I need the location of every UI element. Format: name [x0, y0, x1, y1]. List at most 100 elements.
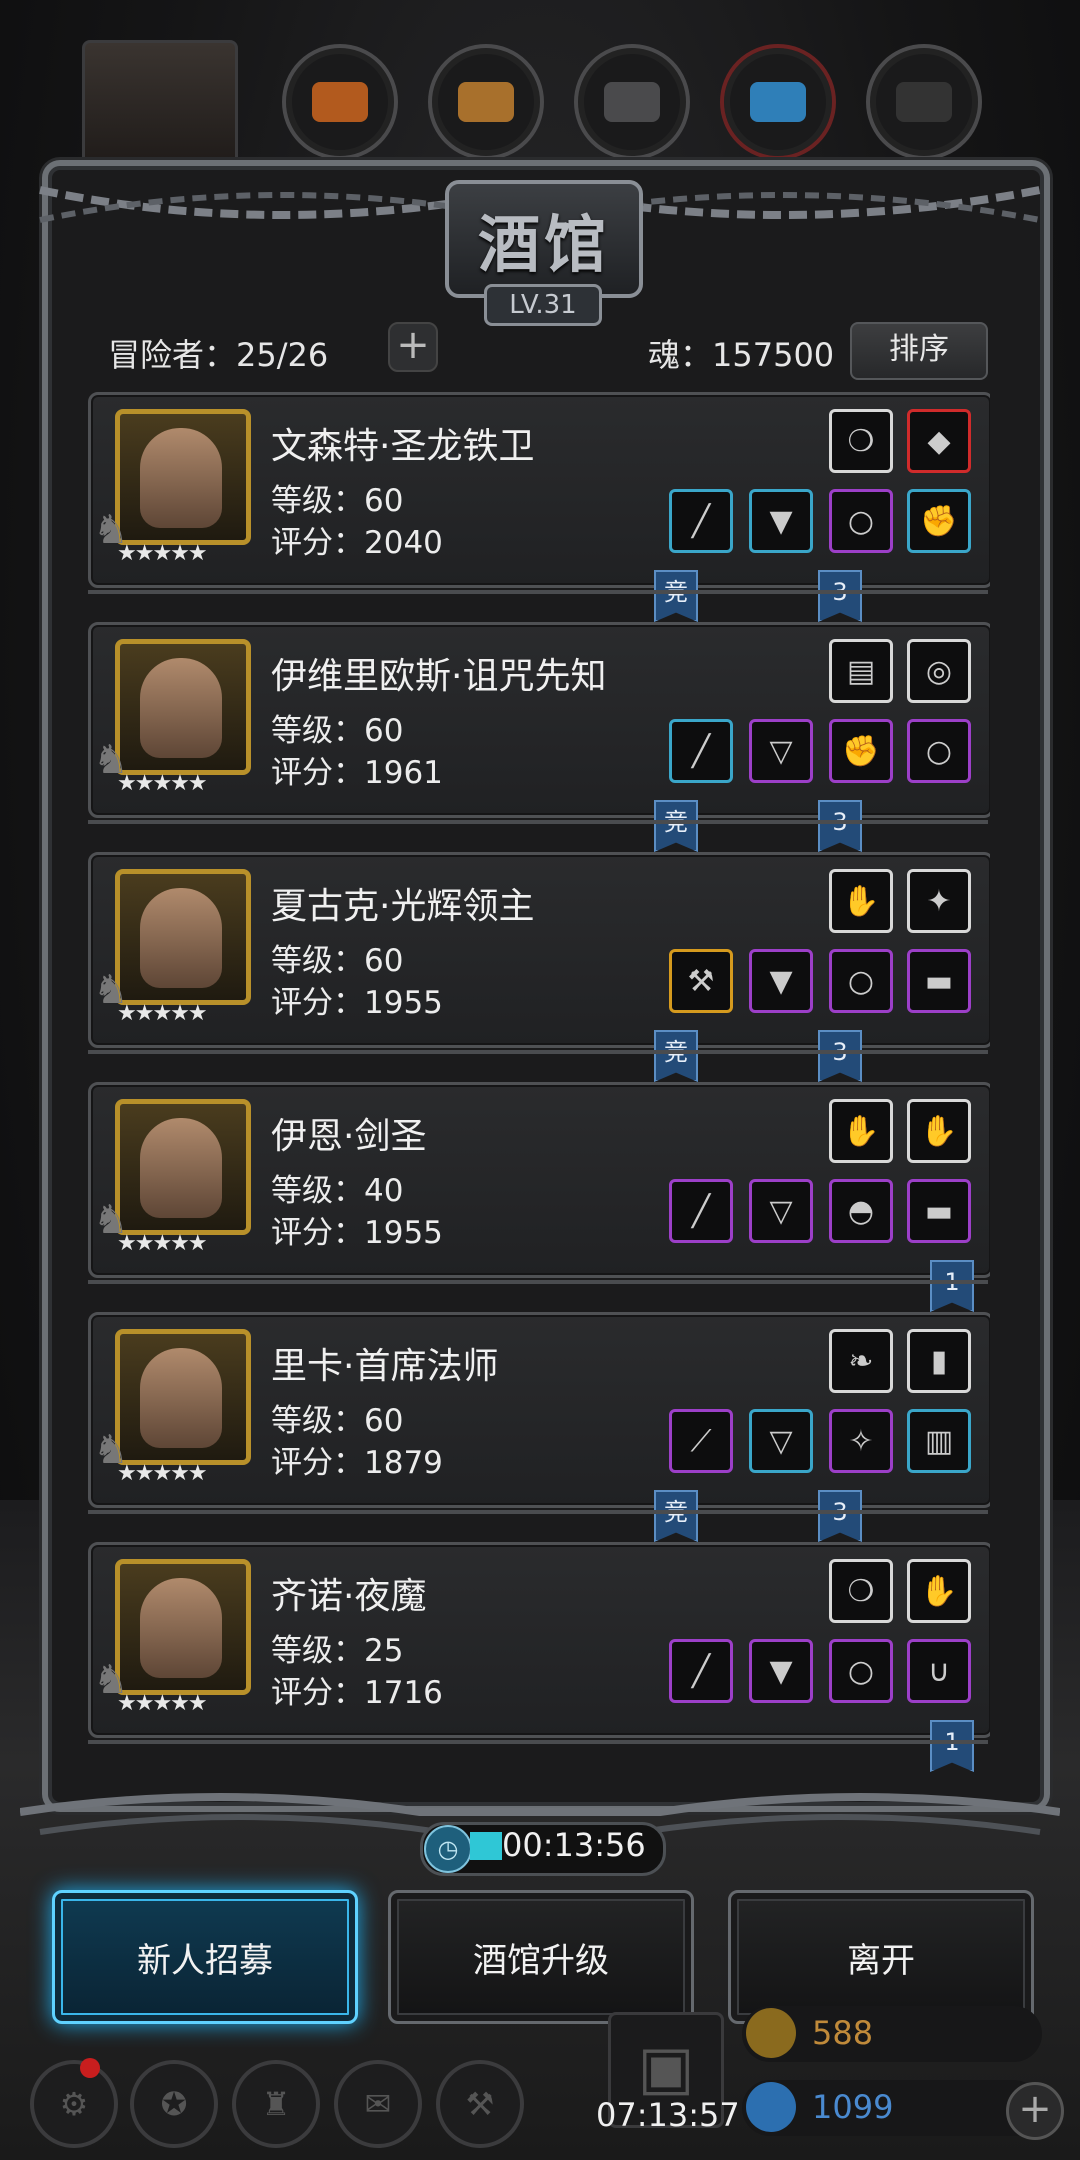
wood-resource-icon[interactable] [428, 44, 544, 160]
hero-card[interactable]: ♞ ★★★★★ 齐诺·夜魔 等级：25 评分：1716 ❍ ✋ ╱ ▼ ○ ∪ [88, 1542, 990, 1738]
amulet-chain-icon[interactable]: ✧ [829, 1409, 893, 1473]
hero-stars: ★★★★★ [117, 1231, 208, 1256]
ruby-gem-icon[interactable]: ◆ [907, 409, 971, 473]
hero-card[interactable]: ♞ ★★★★★ 文森特·圣龙铁卫 等级：60 评分：2040 ❍ ◆ ╱ ▼ ○ ✊ [88, 392, 990, 588]
wand-icon[interactable]: ⟋ [669, 1409, 733, 1473]
chest-armor-icon[interactable]: ▼ [749, 1639, 813, 1703]
barrel-icon[interactable]: ▥ [907, 1409, 971, 1473]
hero-avatar[interactable] [115, 1099, 251, 1235]
achievement-dock-icon[interactable]: ✪ [130, 2060, 218, 2148]
gold-coin-icon [746, 2008, 796, 2058]
bracer-icon[interactable]: ▬ [907, 1179, 971, 1243]
dagger-icon[interactable]: ╱ [669, 1639, 733, 1703]
hero-level: 等级：60 [271, 1403, 404, 1439]
greatsword-icon[interactable]: ╱ [669, 489, 733, 553]
leather-armor-icon[interactable]: ▽ [749, 1179, 813, 1243]
settings-dock-icon[interactable]: ⚙ [30, 2060, 118, 2148]
hero-score: 评分：1955 [271, 985, 443, 1021]
hero-card[interactable]: ♞ ★★★★★ 伊维里欧斯·诅咒先知 等级：60 评分：1961 ▤ ◎ ╱ ▽ ✊ ○ [88, 622, 990, 818]
green-scroll-icon[interactable]: ▤ [829, 639, 893, 703]
empty-glove-icon[interactable]: ✋ [829, 869, 893, 933]
hero-name: 文森特·圣龙铁卫 [271, 426, 535, 467]
ring-icon[interactable]: ○ [829, 489, 893, 553]
ring-icon[interactable]: ○ [907, 719, 971, 783]
robe-icon[interactable]: ▽ [749, 1409, 813, 1473]
hero-name: 伊维里欧斯·诅咒先知 [271, 656, 607, 697]
hero-avatar[interactable] [115, 639, 251, 775]
mail-dock-icon[interactable]: ✉ [334, 2060, 422, 2148]
bracer-icon[interactable]: ▬ [907, 949, 971, 1013]
necklace-icon[interactable]: ∪ [907, 1639, 971, 1703]
forge-dock-icon[interactable]: ⚒ [436, 2060, 524, 2148]
rank-ribbon: 3 [818, 570, 862, 622]
adventurer-count: 冒险者：25/26 [108, 336, 329, 374]
hero-avatar[interactable] [115, 869, 251, 1005]
card-divider [88, 1050, 988, 1054]
hero-avatar[interactable] [115, 1329, 251, 1465]
gold-amount: 588 [812, 2014, 874, 2052]
title-text: 酒馆 [477, 208, 610, 281]
fang-icon[interactable]: ❍ [829, 1559, 893, 1623]
hero-portrait-face [140, 1348, 222, 1448]
hero-avatar[interactable] [115, 1559, 251, 1695]
empty-glove-icon[interactable]: ✋ [829, 1099, 893, 1163]
hero-score: 评分：1961 [271, 755, 443, 791]
hero-card[interactable]: ♞ ★★★★★ 伊恩·剑圣 等级：40 评分：1955 ✋ ✋ ╱ ▽ ◓ ▬ [88, 1082, 990, 1278]
gauntlet-icon[interactable]: ✊ [907, 489, 971, 553]
gem-currency: 1099 [742, 2080, 1042, 2136]
arena-ribbon: 竞 [654, 1490, 698, 1542]
hero-stars: ★★★★★ [117, 541, 208, 566]
helmet-icon[interactable]: ◓ [829, 1179, 893, 1243]
arena-ribbon: 竞 [654, 1030, 698, 1082]
spellbook-icon[interactable]: ▮ [907, 1329, 971, 1393]
hero-score: 评分：1955 [271, 1215, 443, 1251]
hero-portrait-face [140, 658, 222, 758]
ring-icon[interactable]: ○ [829, 949, 893, 1013]
amulet-icon[interactable]: ◎ [907, 639, 971, 703]
hero-avatar[interactable] [115, 409, 251, 545]
hero-level: 等级：40 [271, 1173, 404, 1209]
sort-button[interactable]: 排序 [850, 322, 988, 380]
hero-card[interactable]: ♞ ★★★★★ 夏古克·光辉领主 等级：60 评分：1955 ✋ ✦ ⚒ ▼ ○ ▬ [88, 852, 990, 1048]
upgrade-tavern-button[interactable]: 酒馆升级 [388, 1890, 694, 2024]
hero-card[interactable]: ♞ ★★★★★ 里卡·首席法师 等级：60 评分：1879 ❧ ▮ ⟋ ▽ ✧ ▥ [88, 1312, 990, 1508]
ring-icon[interactable]: ○ [829, 1639, 893, 1703]
gold-currency: 588 [742, 2006, 1042, 2062]
rank-ribbon: 1 [930, 1260, 974, 1312]
hero-portrait-face [140, 1118, 222, 1218]
axe-icon[interactable]: ⚒ [669, 949, 733, 1013]
hero-name: 里卡·首席法师 [271, 1346, 499, 1387]
leave-button[interactable]: 离开 [728, 1890, 1034, 2024]
timer-text: 00:13:56 [502, 1826, 646, 1864]
iron-resource-icon[interactable] [574, 44, 690, 160]
chest-armor-icon[interactable]: ▼ [749, 949, 813, 1013]
gauntlet-icon[interactable]: ✊ [829, 719, 893, 783]
dagger-icon[interactable]: ╱ [669, 1179, 733, 1243]
coal-resource-icon[interactable] [866, 44, 982, 160]
meat-resource-icon[interactable] [282, 44, 398, 160]
hero-stars: ★★★★★ [117, 1691, 208, 1716]
hero-level: 等级：60 [271, 943, 404, 979]
card-divider [88, 1740, 988, 1744]
leather-armor-icon[interactable]: ▽ [749, 719, 813, 783]
hero-score: 评分：1716 [271, 1675, 443, 1711]
card-divider [88, 590, 988, 594]
hero-score: 评分：2040 [271, 525, 443, 561]
recruit-button[interactable]: 新人招募 [52, 1890, 358, 2024]
chest-armor-icon[interactable]: ▼ [749, 489, 813, 553]
fang-icon[interactable]: ❍ [829, 409, 893, 473]
hero-name: 夏古克·光辉领主 [271, 886, 535, 927]
staff-icon[interactable]: ╱ [669, 719, 733, 783]
hero-list[interactable]: ♞★★★★★文森特·圣龙铁卫等级：60评分：2040❍◆╱▼○✊竞3♞★★★★★… [88, 392, 990, 1780]
crystal-icon[interactable]: ✦ [907, 869, 971, 933]
empty-glove-icon[interactable]: ✋ [907, 1099, 971, 1163]
buy-gems-button[interactable]: + [1006, 2082, 1064, 2140]
player-portrait[interactable] [82, 40, 238, 174]
crystal-resource-icon[interactable] [720, 44, 836, 160]
empty-glove-icon[interactable]: ✋ [907, 1559, 971, 1623]
guild-dock-icon[interactable]: ♜ [232, 2060, 320, 2148]
rank-ribbon: 1 [930, 1720, 974, 1772]
refresh-timer-icon: ◷ [424, 1825, 472, 1873]
feather-icon[interactable]: ❧ [829, 1329, 893, 1393]
add-adventurer-slot-button[interactable]: + [388, 322, 438, 372]
